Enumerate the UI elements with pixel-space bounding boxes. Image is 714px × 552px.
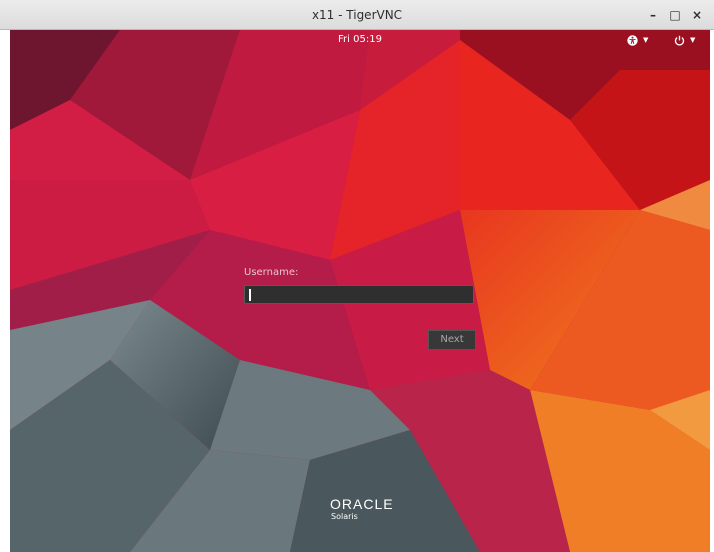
- accessibility-icon: [627, 34, 638, 46]
- solaris-wordmark: Solaris: [331, 512, 358, 521]
- vnc-window: x11 - TigerVNC – □ × Fri 05:19 ▼ ▼ Usern…: [0, 0, 714, 552]
- power-icon: [674, 35, 685, 45]
- text-cursor: [249, 289, 251, 301]
- oracle-solaris-logo: ORACLE Solaris: [330, 496, 394, 522]
- login-form: Username: Next: [244, 266, 476, 350]
- maximize-button[interactable]: □: [666, 6, 684, 24]
- oracle-wordmark: ORACLE: [330, 496, 394, 512]
- login-screen: Fri 05:19 ▼ ▼ Username: Next ORACLE Sola…: [10, 30, 710, 552]
- chevron-down-icon: ▼: [690, 36, 696, 44]
- username-input[interactable]: [244, 285, 474, 304]
- next-button[interactable]: Next: [428, 330, 476, 350]
- power-menu[interactable]: ▼: [674, 33, 695, 47]
- clock[interactable]: Fri 05:19: [10, 34, 710, 45]
- window-titlebar[interactable]: x11 - TigerVNC – □ ×: [0, 0, 714, 30]
- chevron-down-icon: ▼: [643, 36, 649, 44]
- accessibility-menu[interactable]: ▼: [627, 33, 648, 47]
- close-button[interactable]: ×: [688, 6, 706, 24]
- username-label: Username:: [244, 267, 299, 278]
- minimize-button[interactable]: –: [644, 6, 662, 24]
- window-title: x11 - TigerVNC: [311, 8, 403, 22]
